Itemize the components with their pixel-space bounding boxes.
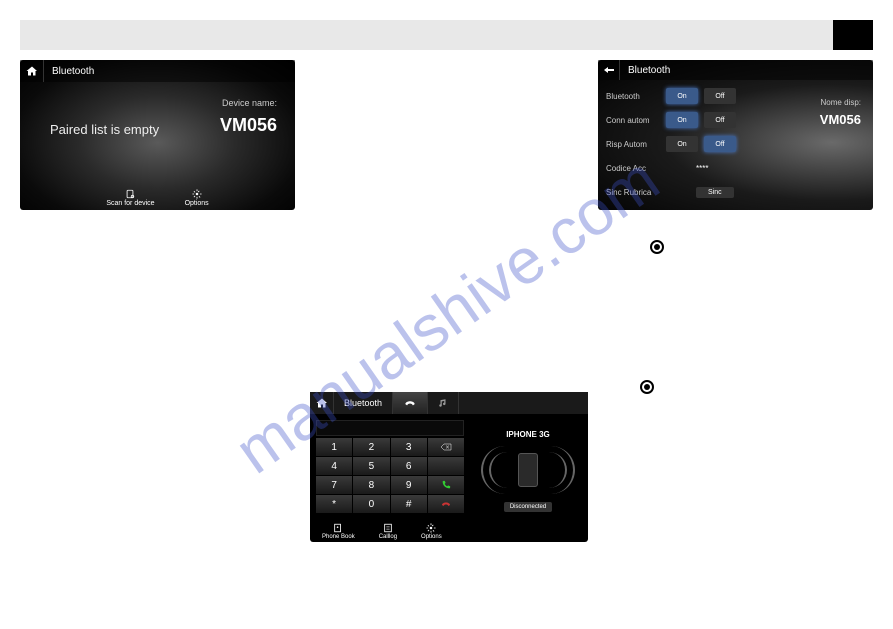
keypad: 1 2 3 4 5 6 7 8 9 * 0 # bbox=[316, 438, 464, 513]
device-label: IPHONE 3G bbox=[493, 430, 563, 439]
bluetooth-settings-screen: Bluetooth Bluetooth On Off Conn autom On… bbox=[598, 60, 873, 210]
autoconn-on-button[interactable]: On bbox=[666, 112, 698, 128]
number-display[interactable] bbox=[316, 420, 464, 436]
pairing-code-value[interactable]: **** bbox=[696, 164, 708, 173]
screen1-title: Bluetooth bbox=[44, 66, 94, 77]
bluetooth-on-button[interactable]: On bbox=[666, 88, 698, 104]
key-7[interactable]: 7 bbox=[316, 476, 352, 494]
screen3-header: Bluetooth bbox=[310, 392, 588, 414]
key-6[interactable]: 6 bbox=[391, 457, 427, 475]
calllog-button[interactable]: Calllog bbox=[379, 523, 397, 540]
disconnect-button[interactable]: Disconnected bbox=[504, 502, 552, 512]
autoanswer-off-button[interactable]: Off bbox=[704, 136, 736, 152]
key-5[interactable]: 5 bbox=[353, 457, 389, 475]
key-3[interactable]: 3 bbox=[391, 438, 427, 456]
autoanswer-label: Risp Autom bbox=[606, 140, 666, 149]
bluetooth-tab[interactable]: Bluetooth bbox=[334, 392, 393, 414]
options-button[interactable]: Options bbox=[185, 189, 209, 207]
key-hangup[interactable] bbox=[428, 495, 464, 513]
phonebook-button[interactable]: Phone Book bbox=[322, 523, 355, 540]
autoconn-label: Conn autom bbox=[606, 116, 666, 125]
autoanswer-toggle-row: Risp Autom On Off bbox=[606, 132, 781, 156]
scan-label: Scan for device bbox=[106, 200, 154, 207]
pairing-code-row: Codice Acc **** bbox=[606, 156, 781, 180]
key-8[interactable]: 8 bbox=[353, 476, 389, 494]
autoconn-off-button[interactable]: Off bbox=[704, 112, 736, 128]
sync-contacts-row: Sinc Rubrica Sinc bbox=[606, 180, 781, 204]
sync-button[interactable]: Sinc bbox=[696, 187, 734, 198]
bluetooth-dialer-screen: Bluetooth 1 2 3 4 5 6 7 8 9 * 0 # I bbox=[310, 392, 588, 542]
device-name-value: VM056 bbox=[220, 115, 277, 136]
calllog-label: Calllog bbox=[379, 534, 397, 540]
settings-rows: Bluetooth On Off Conn autom On Off Risp … bbox=[606, 84, 781, 204]
pairing-code-label: Codice Acc bbox=[606, 164, 666, 173]
bluetooth-paired-screen: Bluetooth Device name: VM056 Paired list… bbox=[20, 60, 295, 210]
name-disp-value: VM056 bbox=[820, 112, 861, 127]
options-button[interactable]: Options bbox=[421, 523, 442, 540]
key-backspace[interactable] bbox=[428, 438, 464, 456]
bluetooth-toggle-row: Bluetooth On Off bbox=[606, 84, 781, 108]
key-0[interactable]: 0 bbox=[353, 495, 389, 513]
options-label: Options bbox=[185, 200, 209, 207]
bluetooth-off-button[interactable]: Off bbox=[704, 88, 736, 104]
bullet-icon bbox=[650, 240, 664, 254]
name-disp-label: Nome disp: bbox=[821, 98, 861, 107]
home-icon[interactable] bbox=[310, 392, 334, 414]
autoconn-toggle-row: Conn autom On Off bbox=[606, 108, 781, 132]
device-name-label: Device name: bbox=[222, 98, 277, 108]
screen1-header: Bluetooth bbox=[20, 60, 295, 82]
phone-tab[interactable] bbox=[393, 392, 428, 414]
sync-contacts-label: Sinc Rubrica bbox=[606, 188, 666, 197]
key-hash[interactable]: # bbox=[391, 495, 427, 513]
key-star[interactable]: * bbox=[316, 495, 352, 513]
connected-device: IPHONE 3G Disconnected bbox=[493, 430, 563, 513]
key-1[interactable]: 1 bbox=[316, 438, 352, 456]
key-9[interactable]: 9 bbox=[391, 476, 427, 494]
phonebook-label: Phone Book bbox=[322, 534, 355, 540]
home-icon[interactable] bbox=[20, 60, 44, 82]
back-icon[interactable] bbox=[598, 60, 620, 80]
dialer-area: 1 2 3 4 5 6 7 8 9 * 0 # bbox=[316, 420, 464, 513]
screen3-footer: Phone Book Calllog Options bbox=[310, 520, 588, 542]
bluetooth-label: Bluetooth bbox=[606, 92, 666, 101]
screen1-footer: Scan for device Options bbox=[20, 186, 295, 210]
key-call[interactable] bbox=[428, 476, 464, 494]
key-2[interactable]: 2 bbox=[353, 438, 389, 456]
black-tab bbox=[833, 20, 873, 50]
top-bar bbox=[20, 20, 873, 50]
autoanswer-on-button[interactable]: On bbox=[666, 136, 698, 152]
key-empty1 bbox=[428, 457, 464, 475]
scan-device-button[interactable]: Scan for device bbox=[106, 189, 154, 207]
paired-empty-msg: Paired list is empty bbox=[50, 122, 159, 137]
bullet-icon bbox=[640, 380, 654, 394]
screen2-title: Bluetooth bbox=[620, 65, 670, 76]
options-label: Options bbox=[421, 534, 442, 540]
phone-visual bbox=[493, 445, 563, 495]
music-tab[interactable] bbox=[428, 392, 459, 414]
key-4[interactable]: 4 bbox=[316, 457, 352, 475]
screen2-header: Bluetooth bbox=[598, 60, 873, 80]
